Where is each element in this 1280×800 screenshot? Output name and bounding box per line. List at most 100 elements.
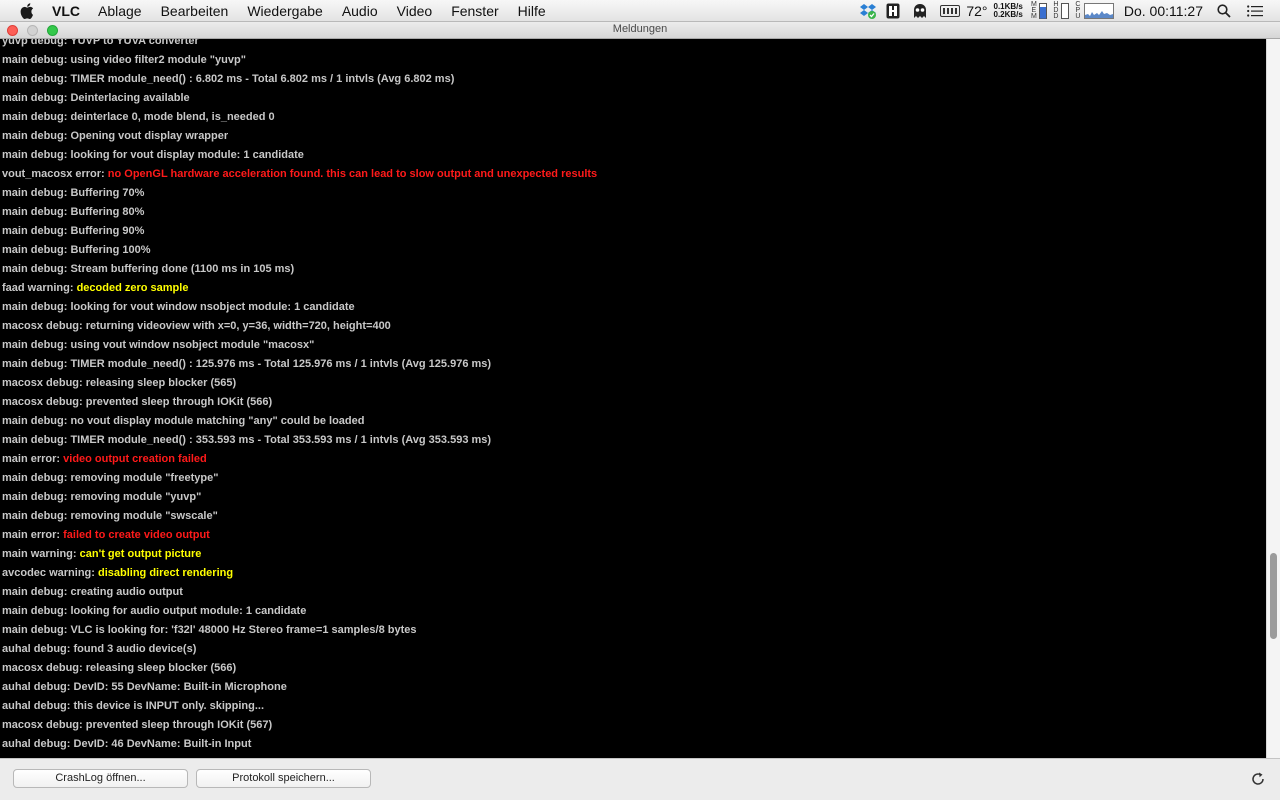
- apple-icon[interactable]: [20, 2, 36, 19]
- log-line: main debug: removing module "swscale": [2, 507, 597, 526]
- log-line: main debug: looking for vout window nsob…: [2, 298, 597, 317]
- log-line-message: TIMER module_need() : 125.976 ms - Total…: [70, 358, 492, 370]
- log-line: auhal debug: DevID: 55 DevName: Built-in…: [2, 678, 597, 697]
- log-line: yuvp debug: YUVP to YUVA converter: [2, 39, 597, 51]
- log-line-source: main debug:: [2, 92, 68, 104]
- net-download: 0.2KB/s: [993, 10, 1023, 19]
- log-line-message: using vout window nsobject module "macos…: [70, 339, 315, 351]
- open-crashlog-button[interactable]: CrashLog öffnen...: [13, 769, 188, 788]
- thermometer-icon[interactable]: [940, 4, 961, 18]
- log-line: main debug: TIMER module_need() : 125.97…: [2, 355, 597, 374]
- log-line-message: returning videoview with x=0, y=36, widt…: [85, 320, 391, 332]
- log-line-source: vout_macosx error:: [2, 168, 105, 180]
- log-line-message: removing module "yuvp": [70, 491, 202, 503]
- log-line-source: main debug:: [2, 73, 68, 85]
- menu-bearbeiten[interactable]: Bearbeiten: [161, 3, 229, 19]
- log-line-source: main debug:: [2, 339, 68, 351]
- message-log[interactable]: yuvp debug: YUVP to YUVA converter main d…: [0, 39, 1266, 758]
- log-line-source: main debug:: [2, 225, 68, 237]
- log-line: macosx debug: releasing sleep blocker (5…: [2, 374, 597, 393]
- log-line-message: no vout display module matching "any" co…: [70, 415, 365, 427]
- save-log-button[interactable]: Protokoll speichern...: [196, 769, 371, 788]
- log-line: main debug: using vout window nsobject m…: [2, 336, 597, 355]
- cpu-label: CPU: [1075, 1, 1081, 20]
- app-status-icon[interactable]: [886, 3, 900, 19]
- menu-app-name[interactable]: VLC: [52, 3, 80, 19]
- window-titlebar[interactable]: Meldungen: [0, 22, 1280, 39]
- log-line-message: Stream buffering done (1100 ms in 105 ms…: [70, 263, 295, 275]
- menu-video[interactable]: Video: [397, 3, 433, 19]
- log-line-source: main warning:: [2, 548, 77, 560]
- log-line-source: main debug:: [2, 301, 68, 313]
- log-line: main debug: Buffering 90%: [2, 222, 597, 241]
- log-line: main debug: creating audio output: [2, 583, 597, 602]
- log-line: auhal debug: DevID: 46 DevName: Built-in…: [2, 735, 597, 754]
- window-title: Meldungen: [612, 23, 668, 35]
- log-line: main debug: Deinterlacing available: [2, 89, 597, 108]
- bottom-toolbar: CrashLog öffnen... Protokoll speichern..…: [0, 758, 1280, 800]
- log-line-source: macosx debug:: [2, 719, 83, 731]
- log-line: main debug: Buffering 70%: [2, 184, 597, 203]
- log-line-message: no OpenGL hardware acceleration found. t…: [107, 168, 598, 180]
- log-line-source: main debug:: [2, 472, 68, 484]
- log-line-source: faad warning:: [2, 282, 74, 294]
- log-line-message: disabling direct rendering: [97, 567, 234, 579]
- cpu-graph-icon[interactable]: [1083, 3, 1114, 19]
- refresh-icon[interactable]: [1248, 769, 1268, 789]
- log-line-source: auhal debug:: [2, 681, 71, 693]
- menu-fenster[interactable]: Fenster: [451, 3, 498, 19]
- log-line-source: macosx debug:: [2, 320, 83, 332]
- log-line-source: macosx debug:: [2, 377, 83, 389]
- disk-meter-icon[interactable]: [1060, 3, 1069, 19]
- log-line-message: VLC is looking for: 'f32l' 48000 Hz Ster…: [70, 624, 417, 636]
- log-line-message: releasing sleep blocker (566): [85, 662, 237, 674]
- menu-bar: VLC Ablage Bearbeiten Wiedergabe Audio V…: [0, 0, 1280, 22]
- log-line-source: main debug:: [2, 434, 68, 446]
- log-line: main debug: no vout display module match…: [2, 412, 597, 431]
- log-line-source: main debug:: [2, 605, 68, 617]
- log-line-message: creating audio output: [70, 586, 183, 598]
- menu-audio[interactable]: Audio: [342, 3, 378, 19]
- log-line: main debug: using video filter2 module "…: [2, 51, 597, 70]
- log-line: main error: video output creation failed: [2, 450, 597, 469]
- log-line: main debug: Buffering 100%: [2, 241, 597, 260]
- log-line: vout_macosx error: no OpenGL hardware ac…: [2, 165, 597, 184]
- log-line-message: Buffering 70%: [70, 187, 145, 199]
- log-line-message: looking for vout display module: 1 candi…: [70, 149, 304, 161]
- menu-wiedergabe[interactable]: Wiedergabe: [247, 3, 323, 19]
- log-line-message: YUVP to YUVA converter: [70, 39, 199, 47]
- log-line-source: macosx debug:: [2, 662, 83, 674]
- memory-meter-icon[interactable]: [1038, 3, 1047, 19]
- log-line: auhal debug: this device is INPUT only. …: [2, 697, 597, 716]
- log-line-source: main debug:: [2, 491, 68, 503]
- dropbox-icon[interactable]: [859, 3, 877, 19]
- log-line: main debug: TIMER module_need() : 6.802 …: [2, 70, 597, 89]
- network-speed[interactable]: 0.1KB/s 0.2KB/s: [994, 3, 1023, 19]
- log-line-source: main error:: [2, 529, 61, 541]
- ghost-icon[interactable]: [912, 3, 928, 19]
- log-line-message: DevID: 46 DevName: Built-in Input: [73, 738, 252, 750]
- log-line-message: using video filter2 module "yuvp": [70, 54, 246, 66]
- log-line: main debug: Stream buffering done (1100 …: [2, 260, 597, 279]
- log-line-message: TIMER module_need() : 353.593 ms - Total…: [70, 434, 492, 446]
- log-line-source: main debug:: [2, 187, 68, 199]
- log-line-source: auhal debug:: [2, 643, 71, 655]
- log-scrollbar-thumb[interactable]: [1270, 553, 1277, 639]
- log-line: avcodec warning: disabling direct render…: [2, 564, 597, 583]
- log-line-source: main debug:: [2, 263, 68, 275]
- spotlight-search-icon[interactable]: [1217, 4, 1231, 18]
- notification-center-icon[interactable]: [1247, 5, 1263, 17]
- menu-hilfe[interactable]: Hilfe: [518, 3, 546, 19]
- menubar-clock[interactable]: Do. 00:11:27: [1124, 3, 1203, 19]
- log-line-message: failed to create video output: [63, 529, 210, 541]
- log-line-source: main debug:: [2, 130, 68, 142]
- log-line-message: can't get output picture: [79, 548, 202, 560]
- log-line-source: main debug:: [2, 54, 68, 66]
- log-line: main debug: TIMER module_need() : 353.59…: [2, 431, 597, 450]
- log-line-source: main debug:: [2, 358, 68, 370]
- status-menu-area: 72° 0.1KB/s 0.2KB/s MEM HDD CPU Do. 00:1…: [859, 0, 1280, 22]
- log-scrollbar[interactable]: [1266, 39, 1280, 758]
- menu-ablage[interactable]: Ablage: [98, 3, 142, 19]
- mem-label: MEM: [1030, 1, 1037, 20]
- log-line-source: auhal debug:: [2, 700, 71, 712]
